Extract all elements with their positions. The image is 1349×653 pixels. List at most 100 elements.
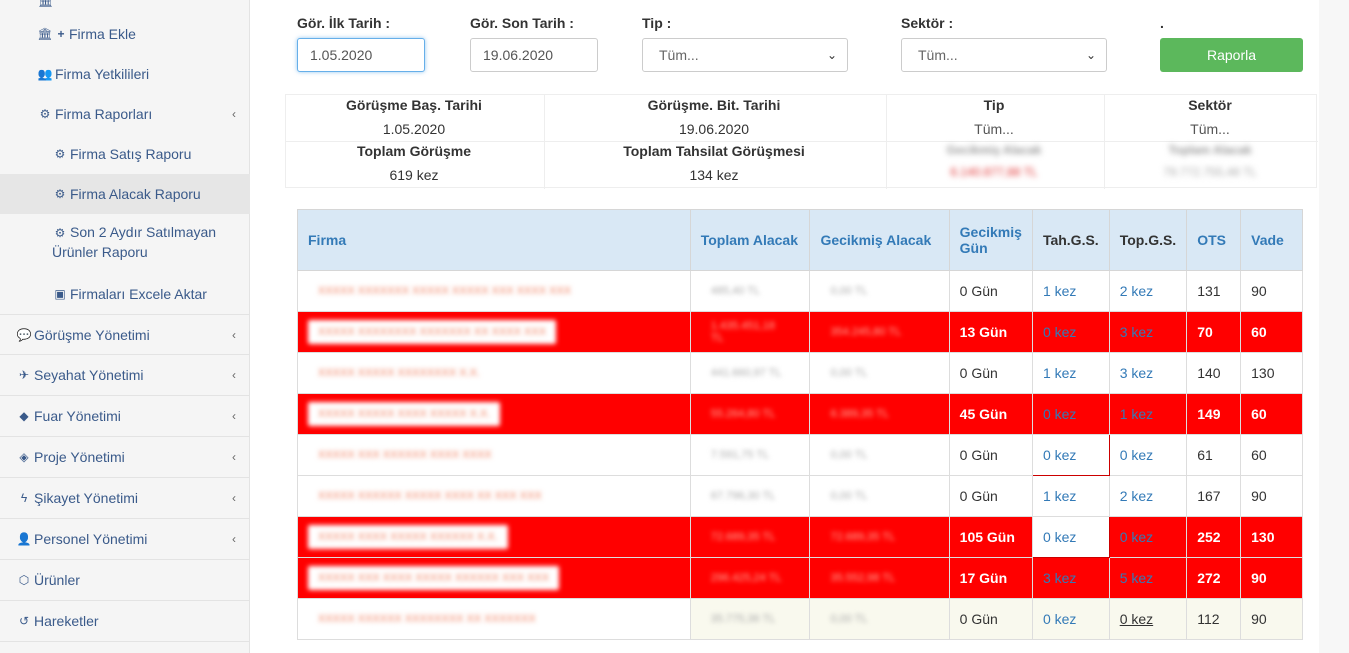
cell-top-gs[interactable]: 0 kez xyxy=(1108,434,1188,476)
end-date-input[interactable]: 19.06.2020 xyxy=(470,38,598,72)
chevron-left-icon: ‹ xyxy=(232,450,236,464)
cell-tah-gs[interactable]: 1 kez xyxy=(1031,475,1110,517)
cell-toplam-alacak-text: 7.591,75 TL xyxy=(710,449,770,461)
cell-gecikmis-alacak-text: 72.689,35 TL xyxy=(830,531,896,543)
col-header-vade[interactable]: Vade xyxy=(1240,209,1303,271)
cell-gecikmis-alacak-text: 0,00 TL xyxy=(830,449,868,461)
cell-gecikmis-gun: 0 Gün xyxy=(948,475,1033,517)
chevron-left-icon: ‹ xyxy=(232,368,236,382)
col-header-ots[interactable]: OTS xyxy=(1186,209,1242,271)
sidebar-item-label: Personel Yönetimi xyxy=(34,531,148,547)
sidebar-item-hareketler[interactable]: ↺ Hareketler xyxy=(0,601,250,642)
sidebar-item-firma-ekle[interactable]: 🏛 + Firma Ekle xyxy=(0,22,250,46)
start-date-input[interactable]: 1.05.2020 xyxy=(297,38,425,72)
history-icon: ↺ xyxy=(18,614,30,628)
cell-vade: 60 xyxy=(1240,434,1303,476)
sidebar-item-firma-alacak-raporu[interactable]: ⚙ Firma Alacak Raporu xyxy=(0,174,250,214)
tag-icon: ◆ xyxy=(19,409,29,423)
cell-tah-gs[interactable]: 1 kez xyxy=(1031,352,1110,394)
cubes-icon: ⬡ xyxy=(18,573,30,587)
cell-tah-gs[interactable]: 0 kez xyxy=(1031,598,1110,640)
cell-gecikmis-alacak: 0,00 TL xyxy=(809,475,950,517)
table-row[interactable]: XXXXX XXX XXXX XXXXX XXXXXX XXX XXX 296.4… xyxy=(297,557,1303,599)
cell-gecikmis-gun: 13 Gün xyxy=(948,311,1033,353)
cube-icon: ◈ xyxy=(19,450,29,464)
cell-tah-gs[interactable]: 0 kez xyxy=(1031,393,1110,435)
summary-value: 19.06.2020 xyxy=(678,121,750,137)
bank-icon: 🏛 xyxy=(38,0,54,8)
cell-top-gs[interactable]: 2 kez xyxy=(1108,475,1188,517)
cell-toplam-alacak: 35.775,36 TL xyxy=(689,598,811,640)
cell-toplam-alacak: 485,40 TL xyxy=(689,270,811,312)
raporla-button[interactable]: Raporla xyxy=(1160,38,1303,72)
chevron-down-icon: ⌄ xyxy=(1085,48,1096,62)
cell-tah-gs[interactable]: 0 kez xyxy=(1031,311,1110,353)
col-header-toplam-alacak[interactable]: Toplam Alacak xyxy=(689,209,811,271)
sidebar-item-firma-satis-raporu[interactable]: ⚙ Firma Satış Raporu xyxy=(0,142,250,166)
sidebar-item-gorusme-yonetimi[interactable]: 💬 Görüşme Yönetimi ‹ xyxy=(0,314,250,355)
cell-top-gs[interactable]: 5 kez xyxy=(1108,557,1188,599)
cell-top-gs[interactable]: 0 kez xyxy=(1108,516,1188,558)
cell-tah-gs[interactable]: 3 kez xyxy=(1031,557,1110,599)
table-row[interactable]: XXXXX XXXXX XXXX XXXXX X.X. 55.264,80 TL 6… xyxy=(297,393,1303,435)
cell-top-gs[interactable]: 1 kez xyxy=(1108,393,1188,435)
summary-value: 619 kez xyxy=(389,167,439,183)
sidebar-item-personel-yonetimi[interactable]: 👤 Personel Yönetimi ‹ xyxy=(0,519,250,560)
col-header-firma[interactable]: Firma xyxy=(297,209,691,271)
plane-icon: ✈ xyxy=(18,368,30,382)
table-row[interactable]: XXXXX XXXXXXX XXXXX XXXXX XXX XXXX XXX 48… xyxy=(297,270,1303,312)
col-header-gecikmis-alacak[interactable]: Gecikmiş Alacak xyxy=(809,209,950,271)
cell-top-gs[interactable]: 0 kez xyxy=(1108,598,1188,640)
cell-ots: 149 xyxy=(1186,393,1242,435)
sidebar-item-firma-yetkilileri[interactable]: 👥 Firma Yetkilileri xyxy=(0,62,250,86)
sidebar-item-firma-raporlari[interactable]: ⚙ Firma Raporları ‹ xyxy=(0,102,250,126)
cell-gecikmis-gun: 0 Gün xyxy=(948,598,1033,640)
cell-vade: 90 xyxy=(1240,598,1303,640)
cell-top-gs[interactable]: 3 kez xyxy=(1108,311,1188,353)
sidebar-item-fuar-yonetimi[interactable]: ◆ Fuar Yönetimi ‹ xyxy=(0,396,250,437)
user-icon: 👤 xyxy=(16,532,32,546)
cell-firma: XXXXX XXXXXX XXXXXXXX XX XXXXXXX xyxy=(297,598,691,640)
sektor-select[interactable]: Tüm... ⌄ xyxy=(901,38,1107,72)
table-row[interactable]: XXXXX XXXXXXXX XXXXXXX XX XXXX XXX 1.435.… xyxy=(297,311,1303,353)
sidebar-item-proje-yonetimi[interactable]: ◈ Proje Yönetimi ‹ xyxy=(0,437,250,478)
summary-label: Görüşme Baş. Tarihi xyxy=(346,97,482,113)
cell-firma-text: XXXXX XXXX XXXXX XXXXXX X.X. xyxy=(308,525,508,549)
cell-vade: 60 xyxy=(1240,393,1303,435)
cell-vade: 90 xyxy=(1240,270,1303,312)
cell-tah-gs[interactable]: 0 kez xyxy=(1031,516,1110,558)
table-row[interactable]: XXXXX XXXXXX XXXXX XXXX XX XXX XXX 67.796… xyxy=(297,475,1303,517)
sidebar-item-sikayet-yonetimi[interactable]: ϟ Şikayet Yönetimi ‹ xyxy=(0,478,250,519)
cell-ots: 70 xyxy=(1186,311,1242,353)
cell-top-gs[interactable]: 2 kez xyxy=(1108,270,1188,312)
cell-firma: XXXXX XXX XXXXXX XXXX XXXX xyxy=(297,434,691,476)
excel-icon: ▣ xyxy=(54,287,66,301)
sidebar-item-label: Hareketler xyxy=(34,613,99,629)
sidebar-item-seyahat-yonetimi[interactable]: ✈ Seyahat Yönetimi ‹ xyxy=(0,355,250,396)
summary-tahsilat: Toplam Tahsilat Görüşmesi 134 kez xyxy=(543,143,885,183)
cell-firma: XXXXX XXXXX XXXX XXXXX X.X. xyxy=(297,393,691,435)
end-date-label: Gör. Son Tarih : xyxy=(470,15,574,31)
col-header-gecikmis-gun[interactable]: Gecikmiş Gün xyxy=(948,209,1033,271)
cell-toplam-alacak: 1.435.451,18 TL xyxy=(689,311,811,353)
table-row[interactable]: XXXXX XXXXX XXXXXXXX X.X. 441.660,97 TL 0,… xyxy=(297,352,1303,394)
col-header-tah-gs[interactable]: Tah.G.S. xyxy=(1031,209,1110,271)
table-row[interactable]: XXXXX XXXXXX XXXXXXXX XX XXXXXXX 35.775,3… xyxy=(297,598,1303,640)
cell-gecikmis-gun: 45 Gün xyxy=(948,393,1033,435)
cell-firma: XXXXX XXXXXXXX XXXXXXX XX XXXX XXX xyxy=(297,311,691,353)
sidebar-item-urunler[interactable]: ⬡ Ürünler xyxy=(0,560,250,601)
summary-bit-tarihi: Görüşme. Bit. Tarihi 19.06.2020 xyxy=(543,97,885,137)
tip-select[interactable]: Tüm... ⌄ xyxy=(642,38,848,72)
cell-top-gs[interactable]: 3 kez xyxy=(1108,352,1188,394)
table-row[interactable]: XXXXX XXX XXXXXX XXXX XXXX 7.591,75 TL 0,0… xyxy=(297,434,1303,476)
sidebar-item-son-2-aydir[interactable]: ⚙ Son 2 Aydır Satılmayan Ürünler Raporu xyxy=(0,224,250,264)
cell-toplam-alacak: 67.796,30 TL xyxy=(689,475,811,517)
col-header-top-gs[interactable]: Top.G.S. xyxy=(1108,209,1188,271)
chevron-down-icon: ⌄ xyxy=(826,48,837,62)
sidebar-item-excele-aktar[interactable]: ▣ Firmaları Excele Aktar xyxy=(0,282,250,306)
cell-tah-gs[interactable]: 0 kez xyxy=(1031,434,1110,476)
table-row[interactable]: XXXXX XXXX XXXXX XXXXXX X.X. 72.689,35 TL… xyxy=(297,516,1303,558)
cell-tah-gs[interactable]: 1 kez xyxy=(1031,270,1110,312)
summary-gecikmis-alacak: Gecikmiş Alacak 6.140.877,88 TL xyxy=(885,143,1103,179)
cell-toplam-alacak-text: 67.796,30 TL xyxy=(710,490,776,502)
